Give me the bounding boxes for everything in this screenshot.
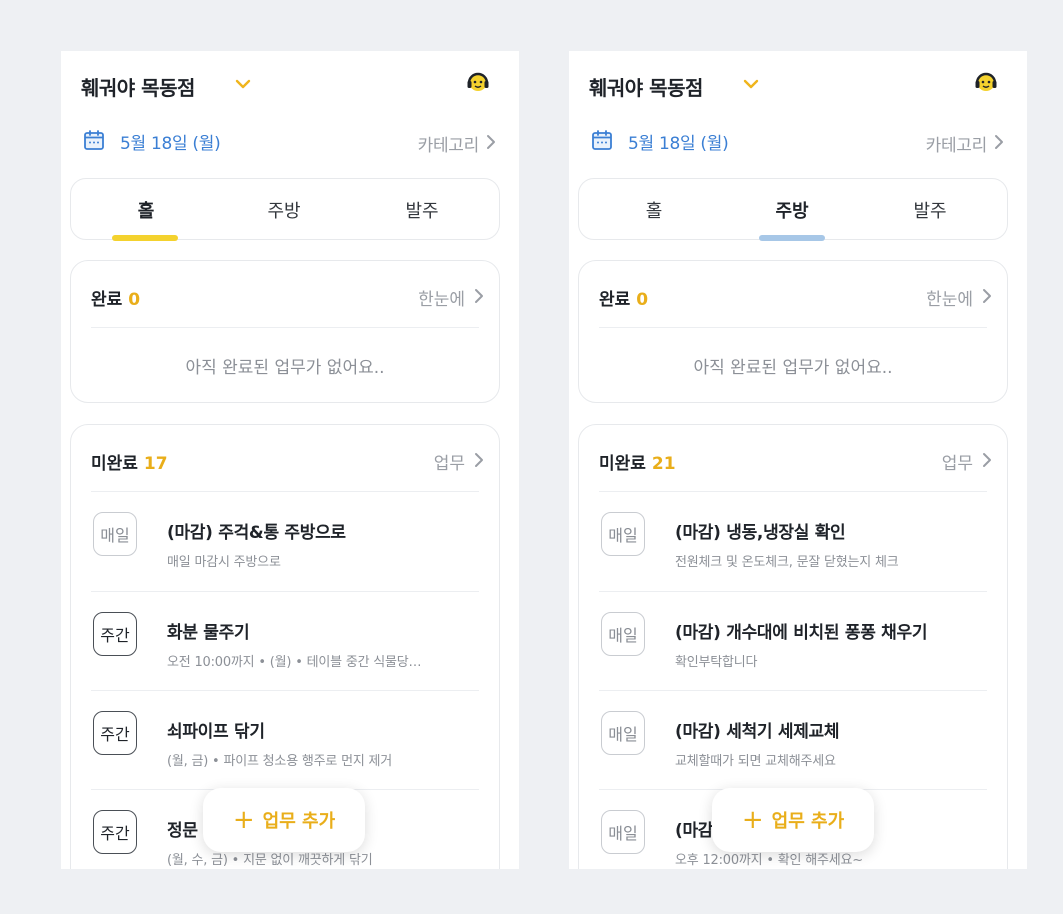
task-item[interactable]: 매일 (마감) 냉동,냉장실 확인 전원체크 및 온도체크, 문잘 닫혔는지 체… [599, 491, 987, 591]
task-title: 화분 물주기 [167, 623, 250, 643]
frequency-badge: 매일 [93, 512, 137, 556]
calendar-icon[interactable] [83, 129, 105, 151]
calendar-icon[interactable] [591, 129, 613, 151]
add-task-button[interactable]: + 업무 추가 [712, 788, 874, 852]
chevron-right-icon[interactable] [993, 134, 1005, 150]
overview-link[interactable]: 한눈에 [418, 285, 465, 310]
empty-message: 아직 완료된 업무가 없어요.. [185, 358, 385, 378]
incomplete-title: 미완료 21 [599, 454, 676, 474]
task-subtitle: 교체할때가 되면 교체해주세요 [675, 754, 836, 769]
add-task-label: 업무 추가 [262, 811, 336, 832]
task-title: 쇠파이프 닦기 [167, 722, 265, 742]
tab-kitchen[interactable]: 주방 [737, 197, 847, 223]
screen-kitchen: 훼궈야 목동점 5월 18일 (월) 카테고리 홀 주방 발주 완료 0 한눈에… [569, 51, 1027, 869]
incomplete-count: 21 [651, 454, 676, 474]
tab-hall[interactable]: 홀 [599, 197, 709, 223]
task-title: (마감) 냉동,냉장실 확인 [675, 523, 846, 543]
tab-hall[interactable]: 홀 [91, 197, 201, 223]
tab-indicator [759, 235, 825, 241]
completed-count: 0 [636, 290, 649, 310]
task-item[interactable]: 매일 (마감) 주걱&통 주방으로 매일 마감시 주방으로 [91, 491, 479, 591]
overview-link[interactable]: 한눈에 [926, 285, 973, 310]
task-item[interactable]: 주간 쇠파이프 닦기 (월, 금) • 파이프 청소용 행주로 먼지 제거 [91, 690, 479, 790]
add-task-button[interactable]: + 업무 추가 [203, 788, 365, 852]
store-name[interactable]: 훼궈야 목동점 [81, 72, 195, 101]
headset-icon[interactable] [973, 69, 999, 95]
category-link[interactable]: 카테고리 [926, 131, 988, 156]
frequency-badge: 매일 [601, 612, 645, 656]
completed-card: 완료 0 한눈에 아직 완료된 업무가 없어요.. [70, 260, 500, 403]
task-item[interactable]: 주간 화분 물주기 오전 10:00까지 • (월) • 테이블 중간 식물당… [91, 591, 479, 691]
task-subtitle: 오전 10:00까지 • (월) • 테이블 중간 식물당… [167, 655, 422, 670]
incomplete-count: 17 [143, 454, 168, 474]
tab-bar: 홀 주방 발주 [70, 178, 500, 241]
tab-order[interactable]: 발주 [367, 197, 477, 223]
tab-indicator [112, 235, 178, 241]
chevron-down-icon[interactable] [234, 77, 252, 91]
tasks-link[interactable]: 업무 [434, 449, 465, 474]
tab-bar: 홀 주방 발주 [578, 178, 1008, 241]
completed-count: 0 [128, 290, 141, 310]
chevron-right-icon[interactable] [473, 452, 485, 468]
task-title: (마감) 세척기 세제교체 [675, 722, 840, 742]
plus-icon: + [741, 805, 764, 835]
task-subtitle: 전원체크 및 온도체크, 문잘 닫혔는지 체크 [675, 555, 899, 570]
divider [91, 327, 479, 328]
store-name[interactable]: 훼궈야 목동점 [589, 72, 703, 101]
tab-order[interactable]: 발주 [875, 197, 985, 223]
plus-icon: + [232, 805, 255, 835]
date-label[interactable]: 5월 18일 (월) [628, 129, 729, 154]
add-task-label: 업무 추가 [771, 811, 845, 832]
date-row: 5월 18일 (월) 카테고리 [61, 123, 519, 159]
task-subtitle: 확인부탁합니다 [675, 655, 758, 670]
chevron-down-icon[interactable] [742, 77, 760, 91]
task-title: (마감) 개수대에 비치된 퐁퐁 채우기 [675, 623, 928, 643]
top-bar: 훼궈야 목동점 [569, 51, 1027, 117]
frequency-badge: 매일 [601, 711, 645, 755]
frequency-badge: 주간 [93, 711, 137, 755]
top-bar: 훼궈야 목동점 [61, 51, 519, 117]
tasks-link[interactable]: 업무 [942, 449, 973, 474]
frequency-badge: 주간 [93, 612, 137, 656]
task-subtitle: (월, 금) • 파이프 청소용 행주로 먼지 제거 [167, 754, 393, 769]
chevron-right-icon[interactable] [473, 288, 485, 304]
task-subtitle: 매일 마감시 주방으로 [167, 555, 281, 570]
headset-icon[interactable] [465, 69, 491, 95]
completed-card: 완료 0 한눈에 아직 완료된 업무가 없어요.. [578, 260, 1008, 403]
frequency-badge: 주간 [93, 810, 137, 854]
task-item[interactable]: 매일 (마감) 세척기 세제교체 교체할때가 되면 교체해주세요 [599, 690, 987, 790]
chevron-right-icon[interactable] [485, 134, 497, 150]
frequency-badge: 매일 [601, 512, 645, 556]
tab-kitchen[interactable]: 주방 [229, 197, 339, 223]
date-label[interactable]: 5월 18일 (월) [120, 129, 221, 154]
incomplete-title: 미완료 17 [91, 454, 168, 474]
task-item[interactable]: 매일 (마감) 개수대에 비치된 퐁퐁 채우기 확인부탁합니다 [599, 591, 987, 691]
chevron-right-icon[interactable] [981, 288, 993, 304]
frequency-badge: 매일 [601, 810, 645, 854]
divider [599, 327, 987, 328]
completed-title: 완료 0 [599, 290, 649, 310]
date-row: 5월 18일 (월) 카테고리 [569, 123, 1027, 159]
completed-title: 완료 0 [91, 290, 141, 310]
empty-message: 아직 완료된 업무가 없어요.. [693, 358, 893, 378]
category-link[interactable]: 카테고리 [418, 131, 480, 156]
screen-hall: 훼궈야 목동점 5월 18일 (월) 카테고리 홀 주방 발주 완료 0 한눈에… [61, 51, 519, 869]
task-title: (마감) 주걱&통 주방으로 [167, 523, 346, 543]
chevron-right-icon[interactable] [981, 452, 993, 468]
